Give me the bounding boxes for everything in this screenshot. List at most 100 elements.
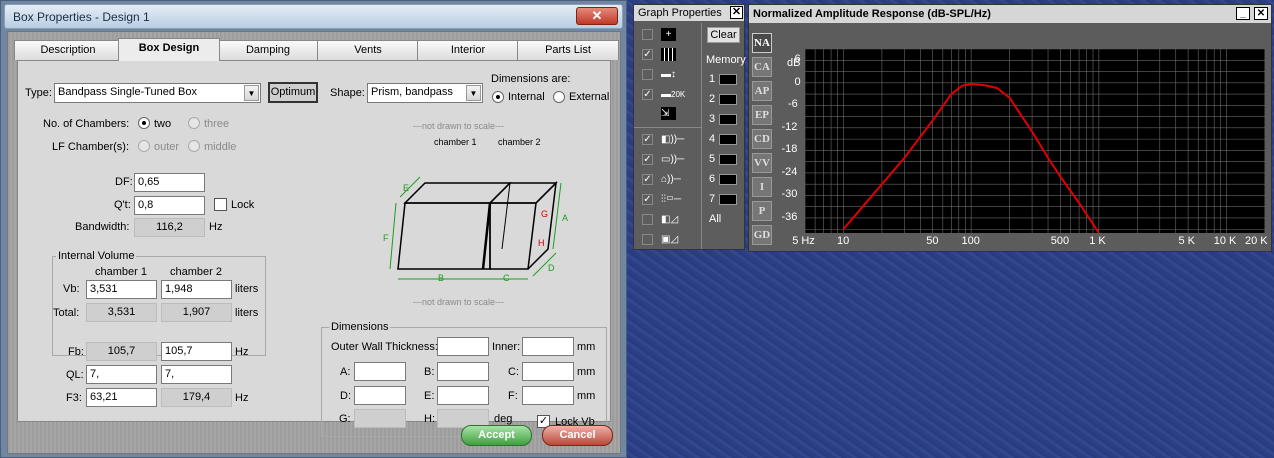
fb-unit: Hz xyxy=(235,346,249,358)
dialog-title: Box Properties - Design 1 xyxy=(13,10,150,24)
dim-d-input[interactable] xyxy=(354,386,406,405)
memory-5-swatch[interactable] xyxy=(719,154,737,165)
export-icon[interactable]: ⇲ xyxy=(661,107,676,120)
clear-button[interactable]: Clear xyxy=(707,27,740,43)
accept-button[interactable]: Accept xyxy=(461,425,532,446)
inner-wall-input[interactable] xyxy=(522,337,574,356)
f3-2-value: 179,4 xyxy=(161,388,232,407)
side-button-gd[interactable]: GD xyxy=(752,225,772,245)
side-button-ep[interactable]: EP xyxy=(752,105,772,125)
room-checkbox[interactable]: ✓ xyxy=(642,174,653,185)
dim-a-input[interactable] xyxy=(354,362,406,381)
box-checkbox[interactable] xyxy=(642,234,653,245)
dialog-title-bar[interactable]: Box Properties - Design 1 ✕ xyxy=(4,4,623,29)
lock-checkbox[interactable] xyxy=(214,198,227,211)
outer-wall-input[interactable] xyxy=(437,337,489,356)
total2-value: 1,907 xyxy=(161,303,232,322)
side-button-i[interactable]: I xyxy=(752,177,772,197)
memory-4-swatch[interactable] xyxy=(719,134,737,145)
crosshair-checkbox[interactable] xyxy=(642,29,653,40)
shape-select[interactable]: Prism, bandpass ▼ xyxy=(367,83,483,103)
spl-checkbox[interactable]: ✓ xyxy=(642,134,653,145)
three-label: three xyxy=(204,118,230,130)
side-button-ca[interactable]: CA xyxy=(752,57,772,77)
dim-f-input[interactable] xyxy=(522,386,574,405)
shape-value: Prism, bandpass xyxy=(371,86,453,98)
close-icon[interactable]: ✕ xyxy=(576,7,618,25)
memory-2-swatch[interactable] xyxy=(719,94,737,105)
dim-b-label: B xyxy=(438,273,444,281)
tab-damping[interactable]: Damping xyxy=(217,40,319,60)
x-tick-label: 500 xyxy=(1050,235,1070,247)
f3-1-input[interactable]: 63,21 xyxy=(86,388,157,407)
dim-e-input[interactable] xyxy=(437,386,489,405)
side-button-p[interactable]: P xyxy=(752,201,772,221)
lock-label: Lock xyxy=(231,199,255,211)
tab-interior[interactable]: Interior xyxy=(417,40,519,60)
chamber2-side xyxy=(527,180,558,270)
side-button-vv[interactable]: VV xyxy=(752,153,772,173)
df-input[interactable]: 0,65 xyxy=(134,173,205,192)
internal-radio[interactable] xyxy=(492,91,504,103)
grid-checkbox[interactable]: ✓ xyxy=(642,49,653,60)
memory-all-label[interactable]: All xyxy=(709,213,721,225)
close-icon[interactable]: ✕ xyxy=(730,6,743,19)
close-icon[interactable]: ✕ xyxy=(1254,7,1268,20)
divider xyxy=(634,127,701,128)
internal-volume-group xyxy=(52,256,266,356)
memory-6-swatch[interactable] xyxy=(719,174,737,185)
dim-c-input[interactable] xyxy=(522,362,574,381)
bandwidth-value: 116,2 xyxy=(134,218,205,237)
bandwidth-label: Bandwidth: xyxy=(75,221,130,233)
three-chambers-radio[interactable] xyxy=(188,117,200,129)
chambers-label: No. of Chambers: xyxy=(43,118,130,130)
ql1-input[interactable]: 7, xyxy=(86,365,157,384)
tab-description[interactable]: Description xyxy=(14,40,122,60)
fb1-value: 105,7 xyxy=(86,342,157,361)
vb1-input[interactable]: 3,531 xyxy=(86,280,157,299)
response-checkbox[interactable] xyxy=(642,214,653,225)
vb2-input[interactable]: 1,948 xyxy=(161,280,232,299)
x-tick-label: 20 K xyxy=(1245,235,1268,247)
y-tick-label: -36 xyxy=(781,210,798,223)
driver-checkbox[interactable]: ✓ xyxy=(642,154,653,165)
dim-b-input[interactable] xyxy=(437,362,489,381)
side-button-ap[interactable]: AP xyxy=(752,81,772,101)
two-chambers-radio[interactable] xyxy=(138,117,150,129)
memory-1-swatch[interactable] xyxy=(719,74,737,85)
memory-3-swatch[interactable] xyxy=(719,114,737,125)
fb2-input[interactable]: 105,7 xyxy=(161,342,232,361)
minimize-icon[interactable]: _ xyxy=(1236,7,1250,20)
type-select[interactable]: Bandpass Single-Tuned Box ▼ xyxy=(54,83,261,103)
crosshair-icon: + xyxy=(661,28,676,41)
cancel-button[interactable]: Cancel xyxy=(542,425,613,446)
box-properties-dialog: Box Properties - Design 1 ✕ Description … xyxy=(0,0,627,458)
external-radio[interactable] xyxy=(553,91,565,103)
ql2-input[interactable]: 7, xyxy=(161,365,232,384)
dimensions-title: Dimensions xyxy=(329,321,391,333)
filter-checkbox[interactable]: ✓ xyxy=(642,194,653,205)
range-checkbox[interactable]: ✓ xyxy=(642,89,653,100)
middle-radio[interactable] xyxy=(188,140,200,152)
tab-parts-list[interactable]: Parts List xyxy=(517,40,619,60)
optimum-button[interactable]: Optimum xyxy=(268,82,318,103)
tab-vents[interactable]: Vents xyxy=(317,40,419,60)
response-plot[interactable] xyxy=(804,48,1266,234)
chamber1-header: chamber 1 xyxy=(95,266,147,278)
graph-title-bar[interactable]: Normalized Amplitude Response (dB-SPL/Hz… xyxy=(749,5,1271,23)
qt-input[interactable]: 0,8 xyxy=(134,196,205,215)
side-button-na[interactable]: NA xyxy=(752,33,772,53)
qt-label: Q't: xyxy=(114,199,131,211)
chevron-down-icon[interactable]: ▼ xyxy=(466,85,481,101)
x-tick-label: 5 Hz xyxy=(792,235,815,247)
box-response-icon: ▣◿ xyxy=(661,234,679,245)
scale-checkbox[interactable] xyxy=(642,69,653,80)
side-button-cd[interactable]: CD xyxy=(752,129,772,149)
graph-properties-title-bar[interactable]: Graph Properties xyxy=(634,5,744,21)
outer-radio[interactable] xyxy=(138,140,150,152)
diagram-chamber2-label: chamber 2 xyxy=(498,137,541,147)
y-tick-label: -24 xyxy=(781,165,798,178)
memory-7-swatch[interactable] xyxy=(719,194,737,205)
tab-box-design[interactable]: Box Design xyxy=(118,38,220,61)
chevron-down-icon[interactable]: ▼ xyxy=(244,85,259,101)
